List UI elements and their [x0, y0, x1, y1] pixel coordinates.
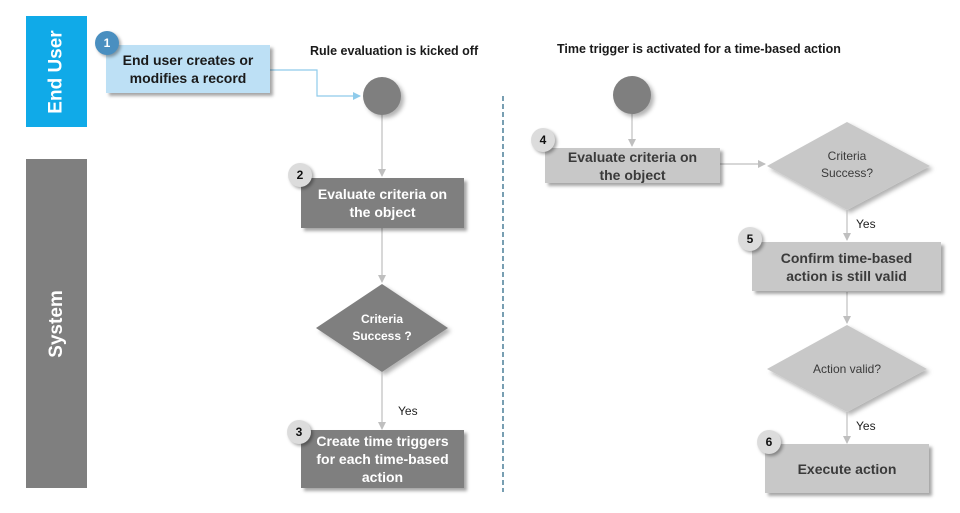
- lane-end-user-label: End User: [45, 29, 67, 114]
- step-5-box: Confirm time-based action is still valid: [752, 242, 941, 291]
- step-1-badge: 1: [95, 31, 119, 55]
- section-title-time-trigger: Time trigger is activated for a time-bas…: [557, 42, 841, 56]
- decision-action-valid-label: Action valid?: [812, 361, 882, 376]
- connector-step1-to-start: [270, 69, 361, 100]
- step-2-box: Evaluate criteria on the object: [301, 178, 464, 228]
- step-2-badge: 2: [288, 163, 312, 187]
- edge-label-yes-right-2: Yes: [856, 419, 876, 433]
- step-1-label: End user creates or modifies a record: [122, 52, 254, 86]
- lane-system: System: [26, 159, 87, 488]
- step-4-label: Evaluate criteria on the object: [567, 148, 698, 183]
- step-5-badge: 5: [738, 227, 762, 251]
- step-3-label: Create time triggers for each time-based…: [316, 433, 449, 485]
- decision-criteria-right-label: Criteria Success?: [820, 149, 874, 180]
- decision-criteria-left-label: Criteria Success ?: [352, 312, 412, 343]
- step-1-box: End user creates or modifies a record: [106, 45, 270, 93]
- step-3-badge: 3: [287, 420, 311, 444]
- step-4-box: Evaluate criteria on the object: [545, 148, 720, 183]
- edge-label-yes-left: Yes: [398, 404, 418, 418]
- lane-system-label: System: [45, 289, 67, 358]
- start-node-time-trigger: [613, 76, 651, 114]
- start-node-rule-evaluation: [363, 77, 401, 115]
- edge-label-yes-right-1: Yes: [856, 217, 876, 231]
- step-5-label: Confirm time-based action is still valid: [780, 249, 913, 284]
- step-6-box: Execute action: [765, 444, 929, 493]
- step-2-label: Evaluate criteria on the object: [317, 186, 448, 220]
- step-6-badge: 6: [757, 430, 781, 454]
- section-title-rule-evaluation: Rule evaluation is kicked off: [310, 44, 479, 58]
- lane-end-user: End User: [26, 16, 87, 127]
- step-4-badge: 4: [531, 128, 555, 152]
- step-3-box: Create time triggers for each time-based…: [301, 430, 464, 488]
- step-6-label: Execute action: [797, 460, 897, 477]
